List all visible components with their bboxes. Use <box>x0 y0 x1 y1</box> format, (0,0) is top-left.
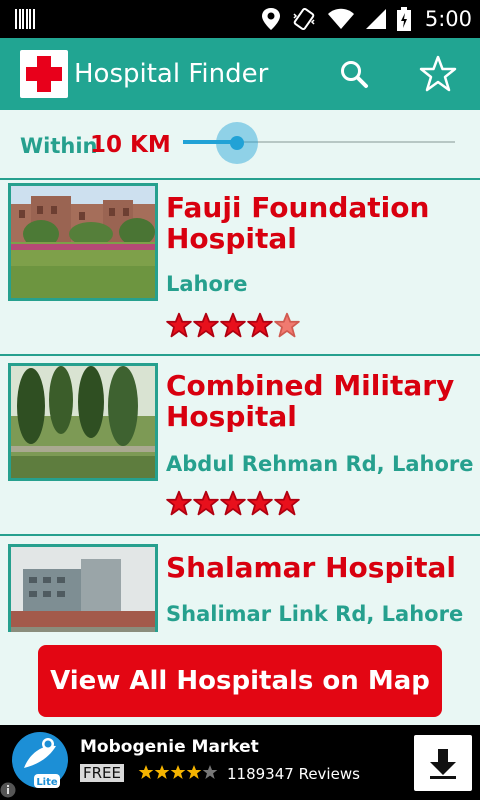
hospital-list-item[interactable]: Shalamar Hospital Shalimar Link Rd, Laho… <box>0 536 480 632</box>
hospital-photo <box>8 544 158 632</box>
ad-free-badge: FREE <box>80 764 125 782</box>
ad-star-empty-icon <box>202 765 218 779</box>
hospital-address: Lahore <box>166 272 248 296</box>
hospital-name-line: Fauji Foundation <box>166 191 430 224</box>
search-icon <box>341 61 368 88</box>
star-filled-icon <box>193 490 219 516</box>
distance-filter: Within 10 KM <box>0 112 480 180</box>
status-bar: 5:00 <box>0 0 480 38</box>
hospital-name: Shalamar Hospital <box>166 552 471 583</box>
search-button[interactable] <box>328 48 380 100</box>
app-title: Hospital Finder <box>74 59 269 89</box>
hospital-address: Shalimar Link Rd, Lahore <box>166 602 464 626</box>
ad-star-filled-icon <box>138 765 154 779</box>
red-cross-logo-icon <box>20 50 68 98</box>
location-icon <box>261 8 280 30</box>
hospital-list-item[interactable]: Fauji Foundation Hospital Lahore <box>0 180 480 354</box>
star-filled-icon <box>247 312 273 338</box>
hospital-name: Combined Military Hospital <box>166 370 471 432</box>
star-filled-icon <box>220 312 246 338</box>
star-filled-icon <box>274 490 300 516</box>
star-filled-icon <box>193 312 219 338</box>
view-all-on-map-button[interactable]: View All Hospitals on Map <box>38 645 442 717</box>
wifi-icon <box>327 8 354 29</box>
hospital-list-item[interactable]: Combined Military Hospital Abdul Rehman … <box>0 356 480 534</box>
rating-stars <box>166 490 300 516</box>
hospital-photo <box>8 183 158 301</box>
hospital-name: Fauji Foundation Hospital <box>166 192 471 254</box>
hospital-name-line: Hospital <box>166 222 297 255</box>
star-filled-icon <box>166 490 192 516</box>
ad-star-filled-icon <box>186 765 202 779</box>
hospital-name-line: Shalamar Hospital <box>166 551 456 584</box>
favorites-button[interactable] <box>412 48 464 100</box>
hospital-photo-image <box>11 186 155 298</box>
hospital-name-line: Hospital <box>166 400 297 433</box>
hospital-address: Abdul Rehman Rd, Lahore <box>166 452 474 476</box>
hospital-photo-image <box>11 366 155 478</box>
ad-download-button[interactable] <box>414 735 472 791</box>
ad-title: Mobogenie Market <box>80 737 259 757</box>
barcode-icon <box>15 9 35 29</box>
ad-logo-text: Lite <box>36 777 58 788</box>
star-filled-icon <box>220 490 246 516</box>
battery-icon <box>396 7 411 31</box>
info-icon[interactable] <box>0 776 22 798</box>
distance-value: 10 KM <box>90 132 171 158</box>
hospital-photo <box>8 363 158 481</box>
ad-reviews-count: 1189347 Reviews <box>227 765 360 783</box>
status-time: 5:00 <box>424 7 472 31</box>
star-icon <box>419 55 457 92</box>
app-bar: Hospital Finder <box>0 38 480 110</box>
cell-signal-icon <box>365 9 386 29</box>
vibrate-icon <box>293 7 315 31</box>
within-label: Within <box>20 134 98 158</box>
ad-star-filled-icon <box>170 765 186 779</box>
ad-rating-stars <box>138 764 218 780</box>
star-filled-icon <box>247 490 273 516</box>
hospital-photo-image <box>11 547 155 632</box>
ad-banner[interactable]: Lite Mobogenie Market FREE 1189347 Revie… <box>0 725 480 800</box>
star-filled-icon <box>166 312 192 338</box>
star-half-icon <box>274 312 300 338</box>
rating-stars <box>166 312 300 338</box>
download-arrow-icon <box>430 749 456 779</box>
ad-star-filled-icon <box>154 765 170 779</box>
hospital-name-line: Combined Military <box>166 369 455 402</box>
